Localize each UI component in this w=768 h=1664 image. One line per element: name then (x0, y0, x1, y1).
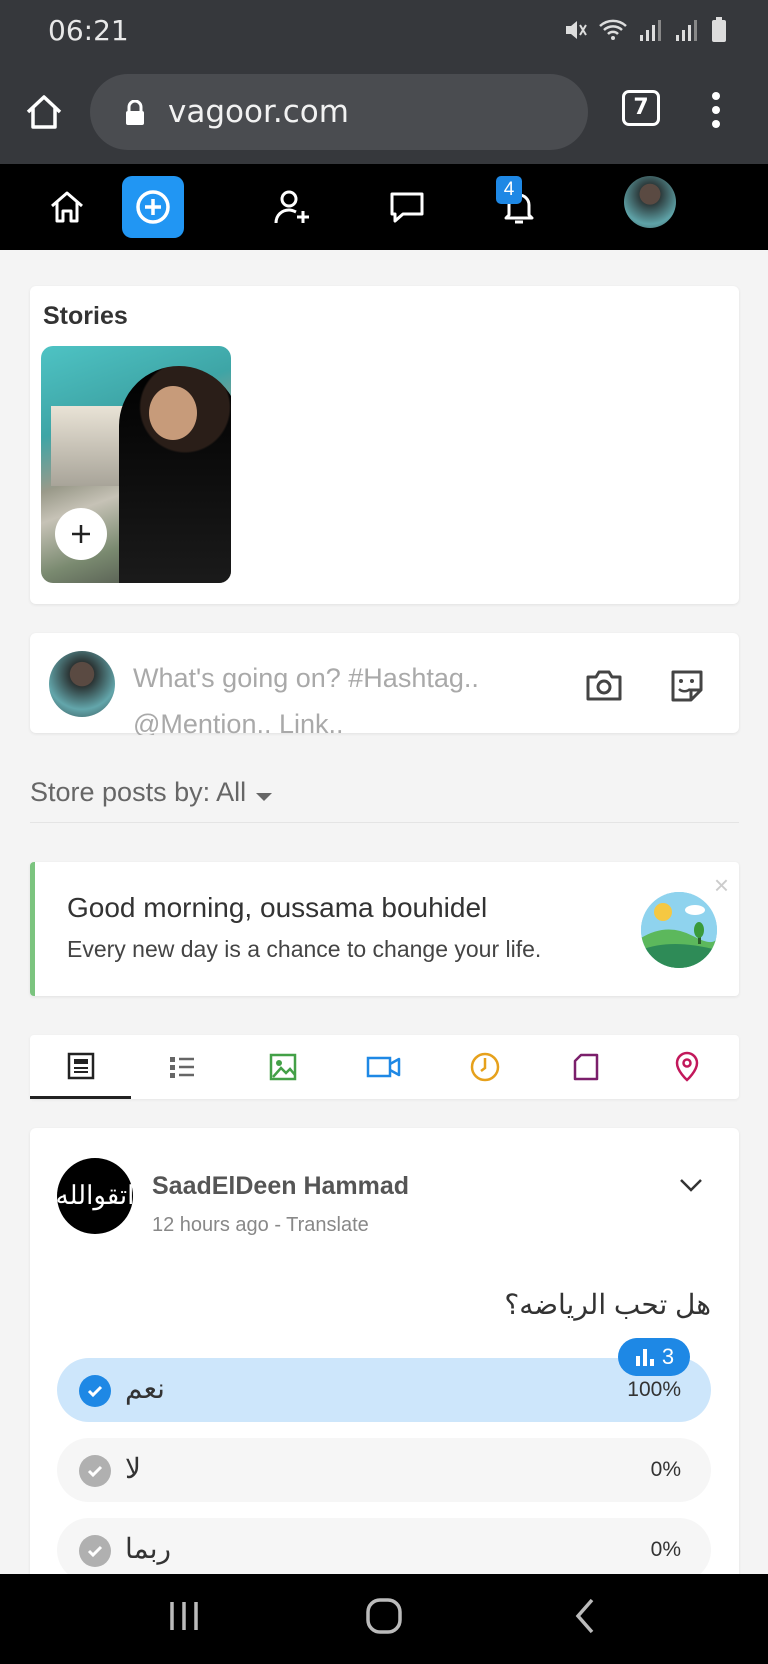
address-bar[interactable]: vagoor.com (90, 74, 588, 150)
story-thumbnail[interactable] (41, 346, 231, 583)
android-nav-bar (0, 1574, 768, 1664)
back-icon[interactable] (570, 1596, 600, 1636)
list-icon (169, 1057, 194, 1078)
post-author-avatar[interactable]: اتقوالله (56, 1158, 134, 1234)
post-filter-dropdown[interactable]: Store posts by: All (30, 775, 739, 823)
poll-option-text: نعم (125, 1373, 165, 1404)
close-icon[interactable]: × (714, 870, 729, 901)
file-icon (573, 1053, 598, 1081)
wifi-icon (599, 19, 627, 40)
tab-videos[interactable] (333, 1035, 434, 1099)
stories-card: Stories (30, 286, 739, 604)
add-story-button[interactable] (55, 508, 107, 560)
landscape-icon (641, 892, 717, 968)
post-composer: What's going on? #Hashtag.. @Mention.. L… (30, 633, 739, 735)
messages-icon[interactable] (384, 184, 430, 230)
newspaper-icon (67, 1052, 94, 1079)
lock-icon (126, 100, 144, 125)
tab-all-posts[interactable] (30, 1035, 131, 1099)
poll-option-percent: 0% (650, 1538, 681, 1561)
plus-icon (72, 525, 90, 543)
greeting-subtitle: Every new day is a chance to change your… (67, 936, 542, 962)
poll-option-text: لا (125, 1453, 141, 1484)
check-icon (79, 1455, 111, 1487)
composer-input[interactable]: What's going on? #Hashtag.. @Mention.. L… (133, 655, 573, 735)
greeting-title: Good morning, oussama bouhidel (67, 892, 488, 923)
tab-text-posts[interactable] (131, 1035, 232, 1099)
signal-icon (640, 20, 661, 41)
tab-files[interactable] (535, 1035, 636, 1099)
location-pin-icon (675, 1051, 698, 1082)
url-text: vagoor.com (168, 94, 349, 130)
camera-icon[interactable] (584, 667, 624, 703)
plus-circle-icon (136, 190, 170, 224)
tab-switcher-button[interactable]: 7 (622, 90, 660, 126)
sticker-icon[interactable] (668, 667, 706, 705)
status-time: 06:21 (48, 14, 129, 47)
status-bar: 06:21 (0, 0, 768, 64)
vote-count-badge: 3 (618, 1338, 690, 1376)
home-icon[interactable] (22, 90, 66, 134)
poll-option-percent: 100% (627, 1378, 681, 1401)
story-face (149, 386, 197, 440)
post-author-name[interactable]: SaadElDeen Hammad (152, 1172, 409, 1201)
filter-label: Store posts by: All (30, 777, 247, 807)
check-icon (79, 1535, 111, 1567)
home-button-icon[interactable] (364, 1596, 404, 1636)
post-meta: 12 hours ago - Translate (152, 1214, 369, 1236)
tab-places[interactable] (636, 1035, 737, 1099)
poll-option[interactable]: لا 0% (57, 1438, 711, 1502)
stories-title: Stories (43, 302, 128, 330)
vote-count: 3 (661, 1344, 675, 1369)
caret-down-icon (256, 793, 272, 801)
poll-option[interactable]: ربما 0% (57, 1518, 711, 1582)
music-disc-icon (470, 1052, 499, 1082)
poll-option-percent: 0% (650, 1458, 681, 1481)
poll-option-text: ربما (125, 1533, 172, 1564)
nav-home-icon[interactable] (44, 184, 90, 230)
greeting-card: Good morning, oussama bouhidel Every new… (30, 862, 739, 996)
signal-icon-2 (676, 20, 697, 41)
poll-question: هل تحب الرياضه؟ (504, 1289, 711, 1320)
tab-music[interactable] (434, 1035, 535, 1099)
battery-icon (712, 17, 726, 42)
user-avatar[interactable] (624, 176, 676, 228)
check-icon (79, 1375, 111, 1407)
more-menu-icon[interactable] (706, 90, 726, 130)
create-post-button[interactable] (122, 176, 184, 238)
image-icon (269, 1053, 296, 1081)
status-icons (562, 16, 728, 44)
chevron-down-icon[interactable] (678, 1172, 704, 1198)
add-friend-icon[interactable] (270, 184, 316, 230)
mute-icon (566, 21, 587, 39)
composer-avatar (49, 651, 115, 717)
bar-chart-icon (635, 1349, 654, 1366)
poll-option[interactable]: نعم 100% (57, 1358, 711, 1422)
tab-photos[interactable] (232, 1035, 333, 1099)
recent-apps-icon[interactable] (166, 1596, 202, 1636)
browser-toolbar: vagoor.com 7 (0, 64, 768, 164)
notification-badge: 4 (496, 176, 522, 204)
video-icon (366, 1056, 400, 1078)
site-nav: 4 (0, 164, 768, 250)
post-type-tabs (30, 1035, 739, 1099)
